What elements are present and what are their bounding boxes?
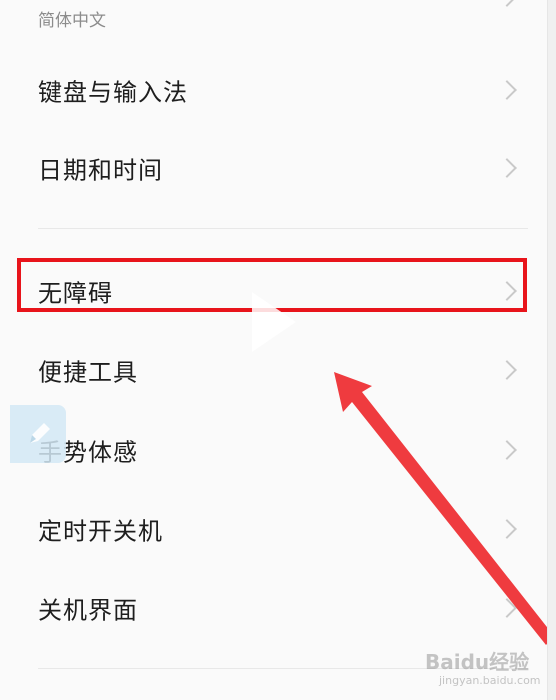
watermark-sub: jingyan.baidu.com: [439, 674, 541, 687]
watermark-brand: Baidu经验: [425, 650, 530, 674]
settings-screen: 简体中文 键盘与输入法 日期和时间 无障碍 便捷工具 手势体感 定时开关机 关机…: [0, 0, 556, 700]
screen-edge: [547, 0, 556, 700]
pointer-arrow: [334, 372, 554, 645]
baidu-watermark: Baidu经验 jingyan.baidu.com: [425, 646, 545, 696]
